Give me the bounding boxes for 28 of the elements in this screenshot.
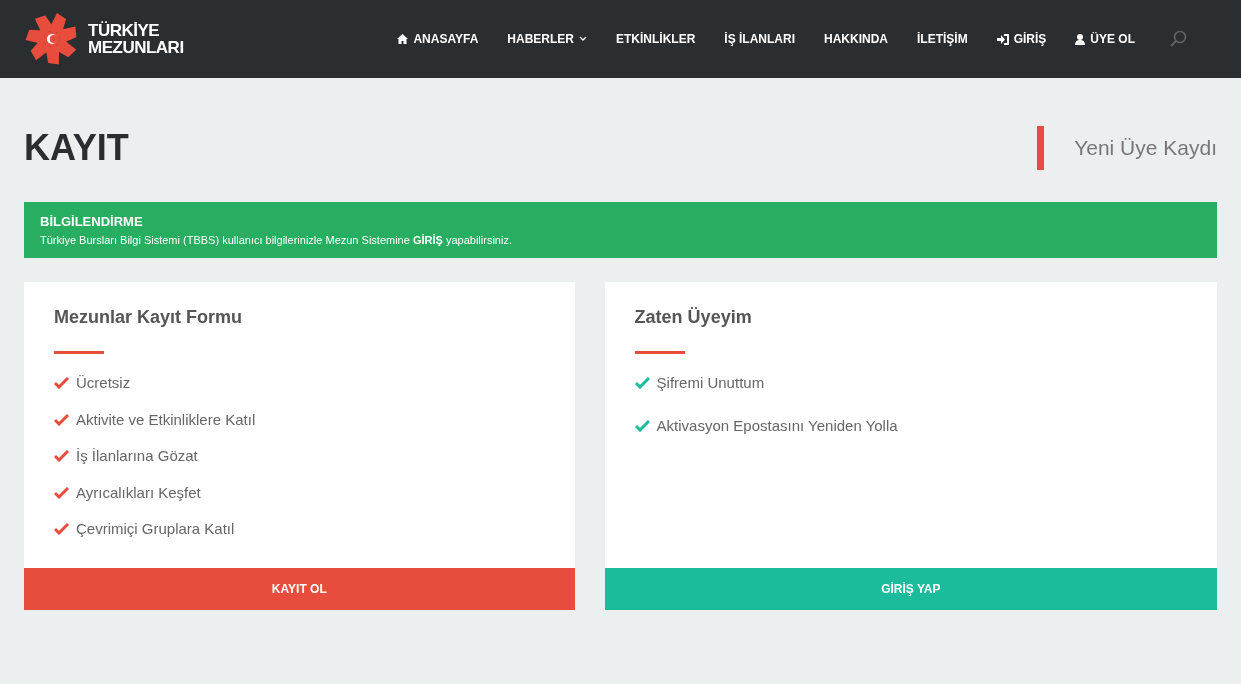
list-item-text: Aktivasyon Epostasını Yeniden Yolla xyxy=(656,415,898,436)
nav-link[interactable]: İLETİŞİM xyxy=(917,30,968,48)
list-item-text: Aktivite ve Etkinliklere Katıl xyxy=(76,409,256,430)
list-item-text: Ayrıcalıkları Keşfet xyxy=(76,482,201,503)
nav-link[interactable]: İŞ İLANLARI xyxy=(724,30,795,48)
home-icon xyxy=(397,34,409,44)
card-title: Mezunlar Kayıt Formu xyxy=(54,306,244,329)
logo-text: TÜRKİYE MEZUNLARI xyxy=(88,22,184,56)
nav-link[interactable]: ÜYE OL xyxy=(1075,30,1135,48)
page-title: KAYIT xyxy=(24,126,129,170)
list-item-text: İş İlanlarına Gözat xyxy=(76,446,198,466)
page-subtitle: Yeni Üye Kaydı xyxy=(1037,126,1217,170)
alert-text: Türkiye Bursları Bilgi Sistemi (TBBS) kullanıcı bilgilerinizle Mezun Sistemine GİRİŞ yapabilirsiniz. xyxy=(40,232,513,248)
user-icon xyxy=(1075,33,1086,45)
list-item-text: Şifremi Unuttum xyxy=(656,373,765,393)
site-logo[interactable]: TÜRKİYE MEZUNLARI xyxy=(24,11,184,67)
search-icon[interactable] xyxy=(1169,30,1187,48)
sign-in-icon xyxy=(996,33,1009,45)
list-item-text: Ücretsiz xyxy=(76,373,131,393)
card-action-button[interactable]: KAYIT OL xyxy=(24,568,575,610)
nav-link[interactable]: ETKİNLİKLER xyxy=(615,30,696,48)
nav-link[interactable]: HABERLER xyxy=(507,30,587,48)
list-item-text: Çevrimiçi Gruplara Katıl xyxy=(76,519,235,539)
alert-title: BİLGİLENDİRME xyxy=(40,213,144,231)
card-title: Zaten Üyeyim xyxy=(634,306,753,329)
nav-link[interactable]: ANASAYFA xyxy=(397,30,479,48)
nav-link[interactable]: GİRİŞ xyxy=(996,30,1047,48)
nav-link[interactable]: HAKKINDA xyxy=(824,30,888,48)
